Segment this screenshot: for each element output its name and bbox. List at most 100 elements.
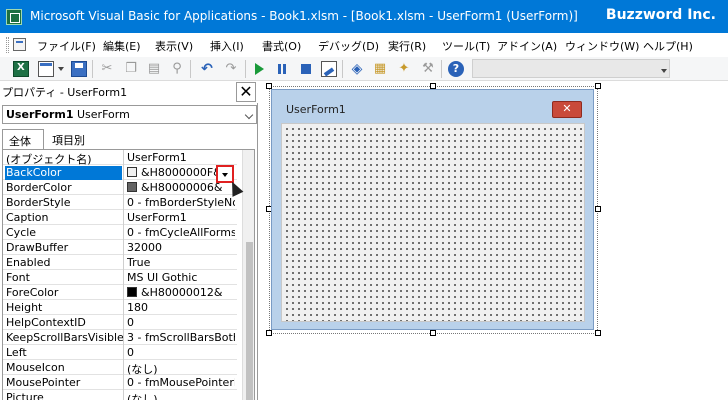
reset-icon[interactable] <box>298 61 314 77</box>
menu-window[interactable]: ウィンドウ(W) <box>565 38 639 54</box>
column-divider[interactable] <box>123 165 124 180</box>
scrollbar-thumb[interactable] <box>246 242 253 400</box>
module-window-icon[interactable] <box>13 38 26 51</box>
property-value[interactable]: (なし) <box>127 361 235 375</box>
toolbox-icon[interactable]: ⚒ <box>420 61 436 77</box>
column-divider[interactable] <box>123 240 124 255</box>
property-row[interactable]: Height 180 <box>3 300 237 315</box>
find-icon[interactable]: ⚲ <box>169 61 185 77</box>
property-row[interactable]: (オブジェクト名) UserForm1 <box>3 150 237 165</box>
column-divider[interactable] <box>123 255 124 270</box>
break-icon[interactable] <box>274 61 290 77</box>
property-row[interactable]: BorderColor &H80000006& <box>3 180 237 195</box>
menu-addins[interactable]: アドイン(A) <box>497 38 557 54</box>
property-row[interactable]: MousePointer 0 - fmMousePointerDefault <box>3 375 237 390</box>
property-value[interactable]: 0 - fmMousePointerDefault <box>127 376 235 390</box>
column-divider[interactable] <box>123 195 124 210</box>
userform-close-button[interactable]: ✕ <box>552 101 582 118</box>
column-divider[interactable] <box>123 225 124 240</box>
property-grid-scrollbar[interactable] <box>242 150 254 400</box>
column-divider[interactable] <box>123 375 124 390</box>
property-row[interactable]: ForeColor &H80000012& <box>3 285 237 300</box>
project-explorer-icon[interactable]: ◈ <box>349 61 365 77</box>
column-divider[interactable] <box>123 300 124 315</box>
property-value[interactable]: &H80000006& <box>127 181 235 195</box>
property-value[interactable]: &H80000012& <box>127 286 235 300</box>
property-value[interactable]: 180 <box>127 301 235 315</box>
location-combo[interactable] <box>472 59 670 78</box>
property-row[interactable]: BorderStyle 0 - fmBorderStyleNone <box>3 195 237 210</box>
property-value[interactable]: MS UI Gothic <box>127 271 235 285</box>
menu-format[interactable]: 書式(O) <box>262 38 301 54</box>
vba-app-icon[interactable] <box>6 9 22 25</box>
column-divider[interactable] <box>123 360 124 375</box>
help-icon[interactable]: ? <box>448 61 464 77</box>
property-row[interactable]: MouseIcon (なし) <box>3 360 237 375</box>
property-value[interactable]: 0 <box>127 346 235 360</box>
property-row[interactable]: HelpContextID 0 <box>3 315 237 330</box>
tab-alphabetic[interactable]: 全体 <box>2 129 44 149</box>
userform-client-area[interactable] <box>281 123 585 322</box>
insert-dropdown-icon[interactable] <box>58 67 64 71</box>
properties-icon[interactable]: ▦ <box>372 61 388 77</box>
property-value[interactable]: (なし) <box>127 391 235 400</box>
excel-icon[interactable] <box>13 61 29 77</box>
undo-icon[interactable]: ↶ <box>199 61 215 77</box>
column-divider[interactable] <box>123 180 124 195</box>
column-divider[interactable] <box>123 345 124 360</box>
column-divider[interactable] <box>123 330 124 345</box>
property-value[interactable]: 0 - fmCycleAllForms <box>127 226 235 240</box>
menu-edit[interactable]: 編集(E) <box>103 38 141 54</box>
resize-handle-se[interactable] <box>595 330 601 336</box>
menubar-grip-icon[interactable] <box>6 37 9 53</box>
menu-tools[interactable]: ツール(T) <box>442 38 490 54</box>
menu-file[interactable]: ファイル(F) <box>37 38 96 54</box>
column-divider[interactable] <box>123 315 124 330</box>
resize-handle-ne[interactable] <box>595 83 601 89</box>
column-divider[interactable] <box>123 390 124 400</box>
menu-insert[interactable]: 挿入(I) <box>210 38 244 54</box>
menu-view[interactable]: 表示(V) <box>155 38 193 54</box>
property-value[interactable]: 0 - fmBorderStyleNone <box>127 196 235 210</box>
property-row[interactable]: KeepScrollBarsVisible 3 - fmScrollBarsBot… <box>3 330 237 345</box>
property-row[interactable]: BackColor &H8000000F& <box>3 165 237 180</box>
insert-userform-icon[interactable] <box>38 61 54 77</box>
property-value[interactable]: True <box>127 256 235 270</box>
cut-icon[interactable]: ✂ <box>99 61 115 77</box>
column-divider[interactable] <box>123 210 124 225</box>
redo-icon[interactable]: ↷ <box>223 61 239 77</box>
property-row[interactable]: Font MS UI Gothic <box>3 270 237 285</box>
property-value[interactable]: UserForm1 <box>127 151 235 165</box>
property-row[interactable]: Caption UserForm1 <box>3 210 237 225</box>
backcolor-dropdown-button[interactable] <box>216 165 234 183</box>
column-divider[interactable] <box>123 270 124 285</box>
property-row[interactable]: Picture (なし) <box>3 390 237 400</box>
properties-close-button[interactable]: ✕ <box>236 82 256 102</box>
column-divider[interactable] <box>123 285 124 300</box>
property-row[interactable]: DrawBuffer 32000 <box>3 240 237 255</box>
property-row[interactable]: Cycle 0 - fmCycleAllForms <box>3 225 237 240</box>
menu-help[interactable]: ヘルプ(H) <box>643 38 693 54</box>
resize-handle-sw[interactable] <box>266 330 272 336</box>
chevron-down-icon[interactable] <box>244 110 254 120</box>
resize-handle-e[interactable] <box>595 206 601 212</box>
tab-categorized[interactable]: 項目別 <box>46 129 96 149</box>
save-icon[interactable] <box>71 61 87 77</box>
column-divider[interactable] <box>123 150 124 165</box>
object-selector[interactable]: UserForm1 UserForm <box>2 105 257 124</box>
property-value[interactable]: 0 <box>127 316 235 330</box>
object-browser-icon[interactable]: ✦ <box>396 61 412 77</box>
design-mode-icon[interactable] <box>321 61 337 77</box>
property-row[interactable]: Enabled True <box>3 255 237 270</box>
resize-handle-s[interactable] <box>430 330 436 336</box>
menu-run[interactable]: 実行(R) <box>388 38 426 54</box>
menu-debug[interactable]: デバッグ(D) <box>318 38 379 54</box>
property-value[interactable]: UserForm1 <box>127 211 235 225</box>
paste-icon[interactable]: ▤ <box>146 61 162 77</box>
run-icon[interactable] <box>255 63 264 75</box>
property-row[interactable]: Left 0 <box>3 345 237 360</box>
property-value[interactable]: 3 - fmScrollBarsBoth <box>127 331 235 345</box>
copy-icon[interactable]: ❐ <box>123 61 139 77</box>
combo-dropdown-icon[interactable] <box>659 59 670 78</box>
property-value[interactable]: 32000 <box>127 241 235 255</box>
